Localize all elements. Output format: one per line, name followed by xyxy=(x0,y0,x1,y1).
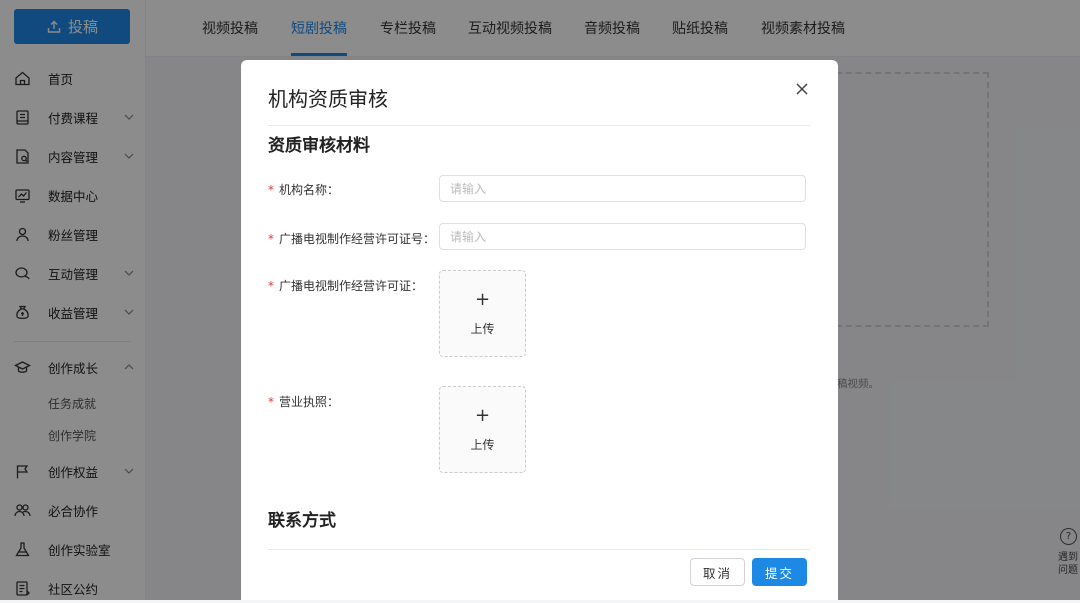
required-mark: * xyxy=(268,395,274,409)
required-mark: * xyxy=(268,232,274,246)
required-mark: * xyxy=(268,279,274,293)
business-license-label: * 营业执照： xyxy=(268,395,340,409)
close-icon[interactable] xyxy=(793,80,811,98)
cancel-button[interactable]: 取消 xyxy=(690,558,745,586)
license-image-label: * 广播电视制作经营许可证： xyxy=(268,279,424,293)
upload-label: 上传 xyxy=(470,322,495,336)
plus-icon: + xyxy=(474,405,491,426)
business-license-upload[interactable]: + 上传 xyxy=(439,386,526,473)
org-name-input[interactable] xyxy=(439,175,806,202)
org-verification-dialog: 机构资质审核 资质审核材料 *机构名称： *广播电视制作经营许可证号： *广播电… xyxy=(241,60,838,600)
section-title-contact: 联系方式 xyxy=(268,511,336,531)
license-number-label: * 广播电视制作经营许可证号： xyxy=(268,232,436,246)
license-image-upload[interactable]: + 上传 xyxy=(439,270,526,357)
license-number-input[interactable] xyxy=(439,223,806,250)
submit-button[interactable]: 提交 xyxy=(752,558,807,586)
plus-icon: + xyxy=(474,289,491,310)
required-mark: * xyxy=(268,183,274,197)
dialog-divider xyxy=(268,125,810,126)
dialog-title: 机构资质审核 xyxy=(268,87,388,111)
upload-label: 上传 xyxy=(470,438,495,452)
org-name-label: * 机构名称： xyxy=(268,183,340,197)
footer-divider xyxy=(268,549,810,550)
section-title-materials: 资质审核材料 xyxy=(268,136,370,156)
